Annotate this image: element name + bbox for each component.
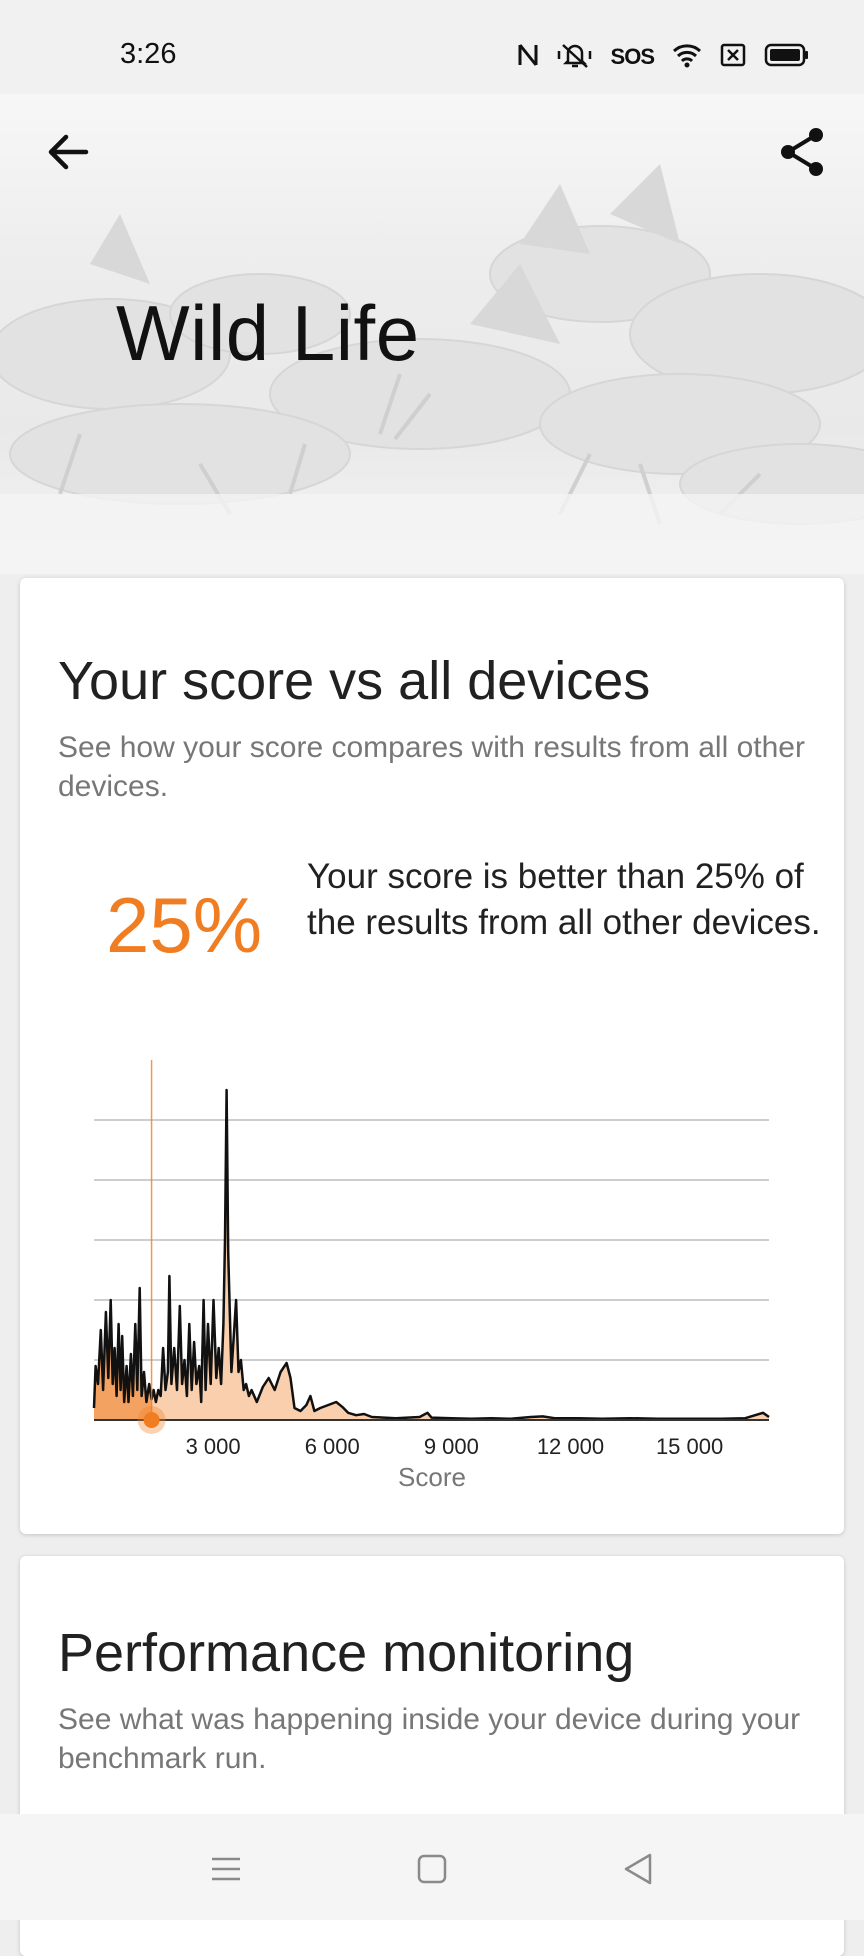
back-button[interactable] [40, 124, 96, 180]
chart-x-tick-label: 15 000 [656, 1434, 723, 1459]
status-icons: SOS [517, 40, 810, 74]
menu-icon [212, 1857, 240, 1881]
wifi-icon [672, 42, 702, 73]
chart-your-score-marker [143, 1412, 160, 1428]
nfc-icon [517, 42, 539, 73]
arrow-left-icon [48, 134, 89, 170]
vibrate-off-icon [557, 41, 593, 74]
sim-icon [720, 43, 746, 72]
recents-button[interactable] [196, 1844, 256, 1894]
status-bar: 3:26 SOS [0, 0, 864, 94]
share-button[interactable] [774, 124, 830, 180]
home-icon [417, 1854, 447, 1884]
score-comparison-card: Your score vs all devices See how your s… [20, 578, 844, 1534]
chart-x-tick-label: 3 000 [186, 1434, 241, 1459]
chart-x-tick-label: 6 000 [305, 1434, 360, 1459]
system-nav-bar [0, 1814, 864, 1920]
system-back-button[interactable] [608, 1844, 668, 1894]
share-icon [781, 128, 823, 176]
page-title: Wild Life [116, 289, 420, 377]
chart-x-tick-label: 12 000 [537, 1434, 604, 1459]
perf-card-subtitle: See what was happening inside your devic… [58, 1703, 801, 1775]
battery-icon [764, 42, 810, 73]
status-time: 3:26 [120, 38, 177, 70]
sos-indicator: SOS [610, 44, 655, 69]
hero-banner: Wild Life [0, 94, 864, 574]
chart-distribution-line [92, 1088, 770, 1421]
score-distribution-chart: 3 000 6 000 9 000 12 000 15 000 Score [92, 1060, 770, 1492]
chart-x-axis-label: Score [398, 1462, 466, 1492]
chart-x-tick-label: 9 000 [424, 1434, 479, 1459]
back-triangle-icon [624, 1853, 652, 1885]
perf-card-title: Performance monitoring [58, 1623, 635, 1683]
home-button[interactable] [402, 1844, 462, 1894]
